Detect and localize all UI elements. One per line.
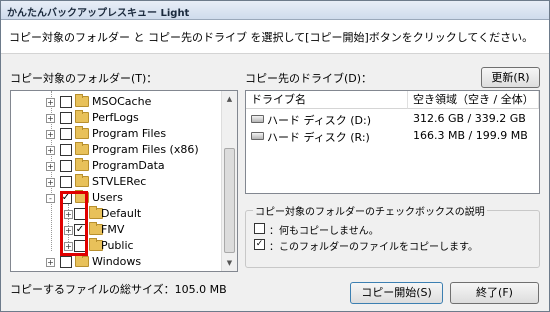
drive-name: ハード ディスク (R:) — [267, 131, 370, 144]
drive-row[interactable]: ハード ディスク (R:) 166.3 MB / 199.9 MB — [246, 128, 539, 144]
tree-item-label: PerfLogs — [92, 111, 139, 124]
tree-item-fmv[interactable]: + ✓ FMV — [11, 222, 221, 238]
highlight-annotation — [60, 191, 88, 256]
total-size-text: コピーするファイルの総サイズ：105.0 MB — [10, 283, 227, 296]
scroll-up-icon[interactable]: ▲ — [222, 91, 237, 107]
checkbox[interactable] — [60, 176, 72, 188]
tree-item-program-files[interactable]: + Program Files — [11, 126, 221, 142]
tree-item-programdata[interactable]: + ProgramData — [11, 158, 221, 174]
hard-disk-icon — [251, 132, 264, 140]
expand-icon[interactable]: + — [46, 114, 55, 123]
exit-button[interactable]: 終了(F) — [450, 282, 539, 304]
tree-item-label: MSOCache — [92, 95, 152, 108]
tree-item-label: FMV — [101, 223, 125, 236]
tree-item-label: Default — [101, 207, 142, 220]
refresh-button[interactable]: 更新(R) — [481, 67, 540, 88]
legend-text: ：このフォルダーのファイルをコピーします。 — [269, 242, 478, 253]
checkbox-legend: コピー対象のフォルダーのチェックボックスの説明 ：何もコピーしません。 ✓ ：こ… — [245, 203, 540, 268]
vertical-scrollbar[interactable]: ▲ ▼ — [221, 91, 237, 271]
checkbox[interactable] — [60, 144, 72, 156]
tree-item-perflogs[interactable]: + PerfLogs — [11, 110, 221, 126]
checkbox-checked-sample: ✓ — [254, 239, 265, 250]
column-header-drive-name[interactable]: ドライブ名 — [246, 91, 408, 109]
tree-item-label: Program Files — [92, 127, 167, 140]
drives-label: コピー先のドライブ(D)： — [245, 72, 373, 85]
tree-item-msocache[interactable]: + MSOCache — [11, 94, 221, 110]
folder-icon — [75, 142, 89, 155]
tree-item-stvlerec[interactable]: + STVLERec — [11, 174, 221, 190]
folder-icon — [75, 110, 89, 123]
scroll-thumb[interactable] — [224, 148, 235, 253]
checkbox[interactable] — [60, 128, 72, 140]
expand-icon[interactable]: + — [46, 178, 55, 187]
start-copy-button[interactable]: コピー開始(S) — [350, 282, 443, 304]
expand-icon[interactable]: + — [46, 98, 55, 107]
tree-item-default[interactable]: + Default — [11, 206, 221, 222]
drive-space: 166.3 MB / 199.9 MB — [413, 129, 528, 142]
legend-text: ：何もコピーしません。 — [269, 226, 379, 237]
expand-icon[interactable]: + — [46, 258, 55, 267]
tree-item-program-files-x86[interactable]: + Program Files (x86) — [11, 142, 221, 158]
expand-icon[interactable]: + — [46, 162, 55, 171]
hard-disk-icon — [251, 115, 264, 123]
tree-item-label: Users — [92, 191, 123, 204]
title-bar[interactable]: かんたんバックアップレスキュー Light — [1, 1, 549, 20]
tree-item-label: Windows — [92, 255, 142, 268]
checkbox-sample — [254, 223, 265, 234]
folder-tree[interactable]: + MSOCache + PerfLogs + Program Files + … — [10, 90, 238, 272]
scroll-down-icon[interactable]: ▼ — [222, 255, 237, 271]
tree-item-users[interactable]: - ✓ Users — [11, 190, 221, 206]
expand-icon[interactable]: + — [46, 130, 55, 139]
checkbox[interactable] — [60, 112, 72, 124]
window-title: かんたんバックアップレスキュー Light — [7, 8, 190, 19]
instruction-text: コピー対象のフォルダー と コピー先のドライブ を選択して[コピー開始]ボタンを… — [9, 31, 534, 44]
app-window: かんたんバックアップレスキュー Light コピー対象のフォルダー と コピー先… — [0, 0, 550, 312]
tree-item-public[interactable]: + Public — [11, 238, 221, 254]
legend-title: コピー対象のフォルダーのチェックボックスの説明 — [253, 203, 487, 218]
folder-icon — [75, 174, 89, 187]
expand-icon[interactable]: + — [46, 146, 55, 155]
tree-item-windows[interactable]: + Windows — [11, 254, 221, 270]
folder-icon — [75, 158, 89, 171]
drive-space: 312.6 GB / 339.2 GB — [413, 112, 526, 125]
tree-item-label: Public — [101, 239, 134, 252]
tree-item-label: Program Files (x86) — [92, 143, 199, 156]
folder-icon — [75, 126, 89, 139]
folder-icon — [75, 254, 89, 267]
folder-icon — [75, 94, 89, 107]
folders-label: コピー対象のフォルダー(T)： — [10, 72, 158, 85]
checkbox[interactable] — [60, 160, 72, 172]
tree-item-label: STVLERec — [92, 175, 147, 188]
checkbox[interactable] — [60, 256, 72, 268]
drive-list[interactable]: ドライブ名 空き領域（空き / 全体） ハード ディスク (D:) 312.6 … — [245, 90, 540, 194]
tree-item-label: ProgramData — [92, 159, 165, 172]
collapse-icon[interactable]: - — [46, 194, 55, 203]
drive-name: ハード ディスク (D:) — [267, 114, 371, 127]
instruction-area: コピー対象のフォルダー と コピー先のドライブ を選択して[コピー開始]ボタンを… — [1, 20, 549, 54]
drive-row[interactable]: ハード ディスク (D:) 312.6 GB / 339.2 GB — [246, 111, 539, 127]
column-header-free-space[interactable]: 空き領域（空き / 全体） — [408, 91, 539, 109]
checkbox[interactable] — [60, 96, 72, 108]
